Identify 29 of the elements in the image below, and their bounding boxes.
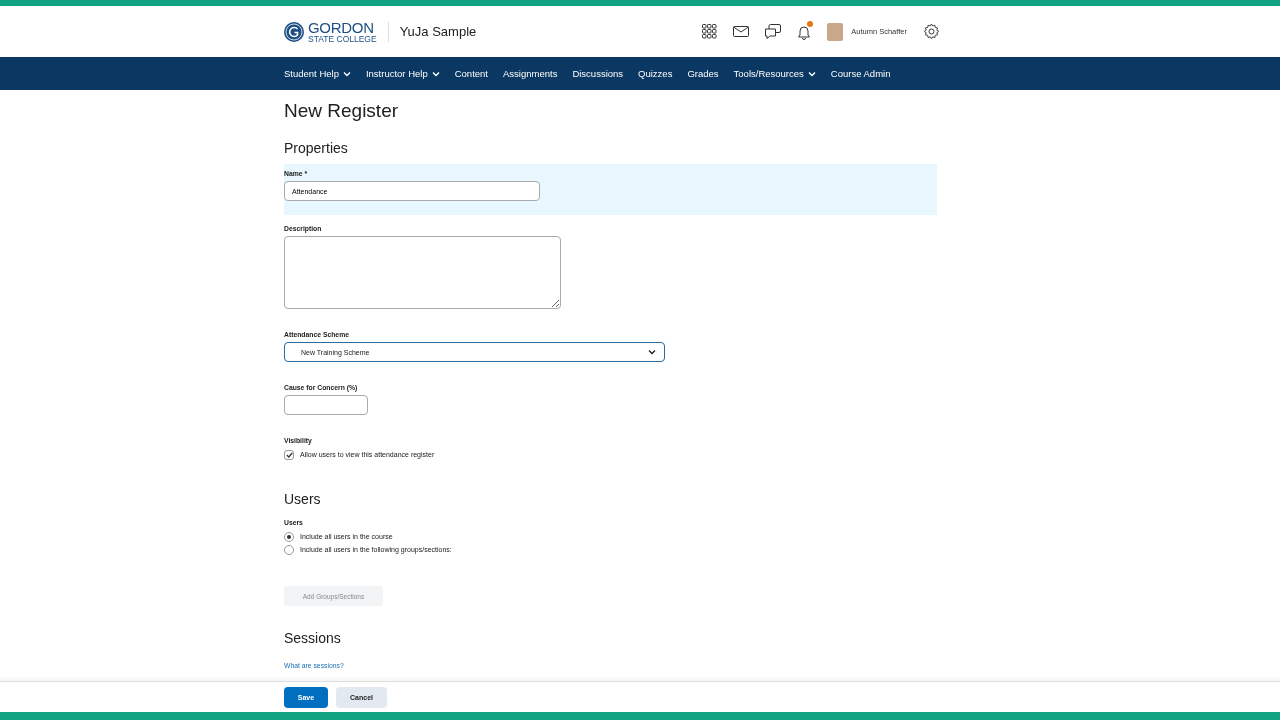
nav-item[interactable]: Student Help [284,68,351,79]
logo-icon [284,21,304,42]
section-heading: Properties [284,140,349,156]
bell-icon[interactable] [797,23,812,40]
chevron-icon [807,70,816,77]
chevron-icon [342,70,351,77]
nav-item[interactable]: Course Admin [830,68,891,79]
nav-item[interactable]: Quizzes [638,68,673,79]
description-field[interactable] [284,236,561,309]
nav-item[interactable]: Content [454,68,488,79]
chevron-icon [431,70,440,77]
nav-item[interactable]: Instructor Help [365,68,440,79]
nav-item[interactable]: Assignments [503,68,558,79]
concern-field[interactable] [284,395,368,415]
nav-item[interactable]: Discussions [572,68,624,79]
course-title[interactable]: YuJa Sample [399,24,477,39]
chat-icon[interactable] [765,24,782,39]
mail-icon[interactable] [733,26,750,37]
nav-item[interactable]: Tools/Resources [733,68,816,79]
page-title: New Register [284,100,400,122]
settings-icon[interactable] [923,23,940,40]
logo-text: GORDON [308,19,375,35]
nav-item[interactable]: Grades [687,68,719,79]
grid-icon[interactable] [702,24,718,39]
logo-subtitle: STATE COLLEGE [308,34,377,44]
chevron-icon [648,349,656,355]
section-heading: Users [284,491,322,507]
section-heading: Sessions [284,630,342,646]
checkbox[interactable] [284,449,294,460]
